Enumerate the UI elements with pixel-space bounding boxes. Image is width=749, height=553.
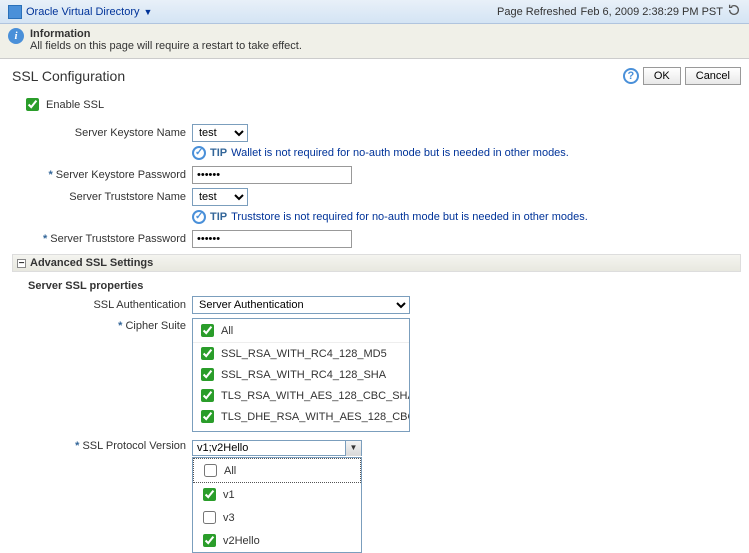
cipher-item: SSL_RSA_WITH_RC4_128_MD5 <box>193 343 409 364</box>
cipher-checkbox[interactable] <box>201 368 214 381</box>
keystore-name-select[interactable]: test <box>192 124 248 142</box>
protocol-option-checkbox[interactable] <box>203 534 216 547</box>
enable-ssl-checkbox[interactable] <box>26 98 39 111</box>
cipher-item: SSL_RSA_WITH_RC4_128_SHA <box>193 364 409 385</box>
truststore-name-label: Server Truststore Name <box>28 191 192 203</box>
cancel-button[interactable]: Cancel <box>685 67 741 85</box>
advanced-section-header[interactable]: − Advanced SSL Settings <box>12 254 741 272</box>
page-refreshed-label: Page Refreshed <box>497 6 577 18</box>
cipher-checkbox[interactable] <box>201 389 214 402</box>
app-icon <box>8 5 22 19</box>
page-title: SSL Configuration <box>12 68 125 84</box>
refresh-icon[interactable] <box>727 3 741 20</box>
breadcrumb[interactable]: Oracle Virtual Directory ▼ <box>8 5 152 19</box>
cipher-list[interactable]: SSL_RSA_WITH_RC4_128_MD5 SSL_RSA_WITH_RC… <box>193 343 409 431</box>
protocol-option-checkbox[interactable] <box>203 488 216 501</box>
protocol-input[interactable] <box>192 440 362 456</box>
server-ssl-properties-header: Server SSL properties <box>28 280 749 292</box>
truststore-tip: TIP Truststore is not required for no-au… <box>192 210 749 224</box>
tip-label: TIP <box>210 147 227 159</box>
cipher-item: TLS_RSA_WITH_AES_128_CBC_SHA <box>193 385 409 406</box>
protocol-option-checkbox[interactable] <box>203 511 216 524</box>
info-icon: i <box>8 28 24 44</box>
info-body: All fields on this page will require a r… <box>30 40 302 52</box>
protocol-option-checkbox[interactable] <box>204 464 217 477</box>
cipher-all-label: All <box>221 325 233 337</box>
cipher-suite-box: All SSL_RSA_WITH_RC4_128_MD5 SSL_RSA_WIT… <box>192 318 410 432</box>
keystore-pw-label: Server Keystore Password <box>56 169 186 181</box>
tip-icon <box>192 146 206 160</box>
protocol-option[interactable]: All <box>193 458 361 483</box>
enable-ssl-label: Enable SSL <box>46 99 104 111</box>
advanced-title: Advanced SSL Settings <box>30 257 153 269</box>
cipher-all-checkbox[interactable] <box>201 324 214 337</box>
help-icon[interactable]: ? <box>623 68 639 84</box>
ssl-form: Enable SSL Server Keystore Name test TIP… <box>0 89 749 248</box>
page-refreshed-time: Feb 6, 2009 2:38:29 PM PST <box>581 6 723 18</box>
keystore-pw-input[interactable] <box>192 166 352 184</box>
cipher-checkbox[interactable] <box>201 347 214 360</box>
info-title: Information <box>30 28 302 40</box>
chevron-down-icon: ▼ <box>144 7 153 17</box>
protocol-dropdown: All v1 v3 v2Hello <box>192 457 362 553</box>
keystore-tip-text: Wallet is not required for no-auth mode … <box>231 147 569 159</box>
truststore-name-select[interactable]: test <box>192 188 248 206</box>
tip-label: TIP <box>210 211 227 223</box>
keystore-tip: TIP Wallet is not required for no-auth m… <box>192 146 749 160</box>
topbar: Oracle Virtual Directory ▼ Page Refreshe… <box>0 0 749 24</box>
keystore-name-label: Server Keystore Name <box>28 127 192 139</box>
cipher-item: SSL_RSA_WITH_3DES_EDE_CBC_SHA <box>193 427 409 431</box>
chevron-down-icon[interactable]: ▼ <box>345 441 361 456</box>
cipher-item: TLS_DHE_RSA_WITH_AES_128_CBC_SHA <box>193 406 409 427</box>
page-refreshed: Page Refreshed Feb 6, 2009 2:38:29 PM PS… <box>497 3 741 20</box>
ssl-auth-label: SSL Authentication <box>28 299 192 311</box>
protocol-combo[interactable]: ▼ All v1 v3 v2Hello <box>192 440 362 456</box>
protocol-option[interactable]: v1 <box>193 483 361 506</box>
protocol-option[interactable]: v2Hello <box>193 529 361 552</box>
truststore-pw-input[interactable] <box>192 230 352 248</box>
protocol-option[interactable]: v3 <box>193 506 361 529</box>
info-banner: i Information All fields on this page wi… <box>0 24 749 59</box>
collapse-icon[interactable]: − <box>17 259 26 268</box>
ok-button[interactable]: OK <box>643 67 681 85</box>
truststore-tip-text: Truststore is not required for no-auth m… <box>231 211 588 223</box>
section-header: SSL Configuration ? OK Cancel <box>0 59 749 89</box>
breadcrumb-label: Oracle Virtual Directory <box>26 6 140 18</box>
cipher-checkbox[interactable] <box>201 410 214 423</box>
cipher-suite-label: Cipher Suite <box>125 320 186 332</box>
protocol-label: SSL Protocol Version <box>82 440 186 452</box>
ssl-auth-select[interactable]: Server Authentication <box>192 296 410 314</box>
tip-icon <box>192 210 206 224</box>
truststore-pw-label: Server Truststore Password <box>50 233 186 245</box>
